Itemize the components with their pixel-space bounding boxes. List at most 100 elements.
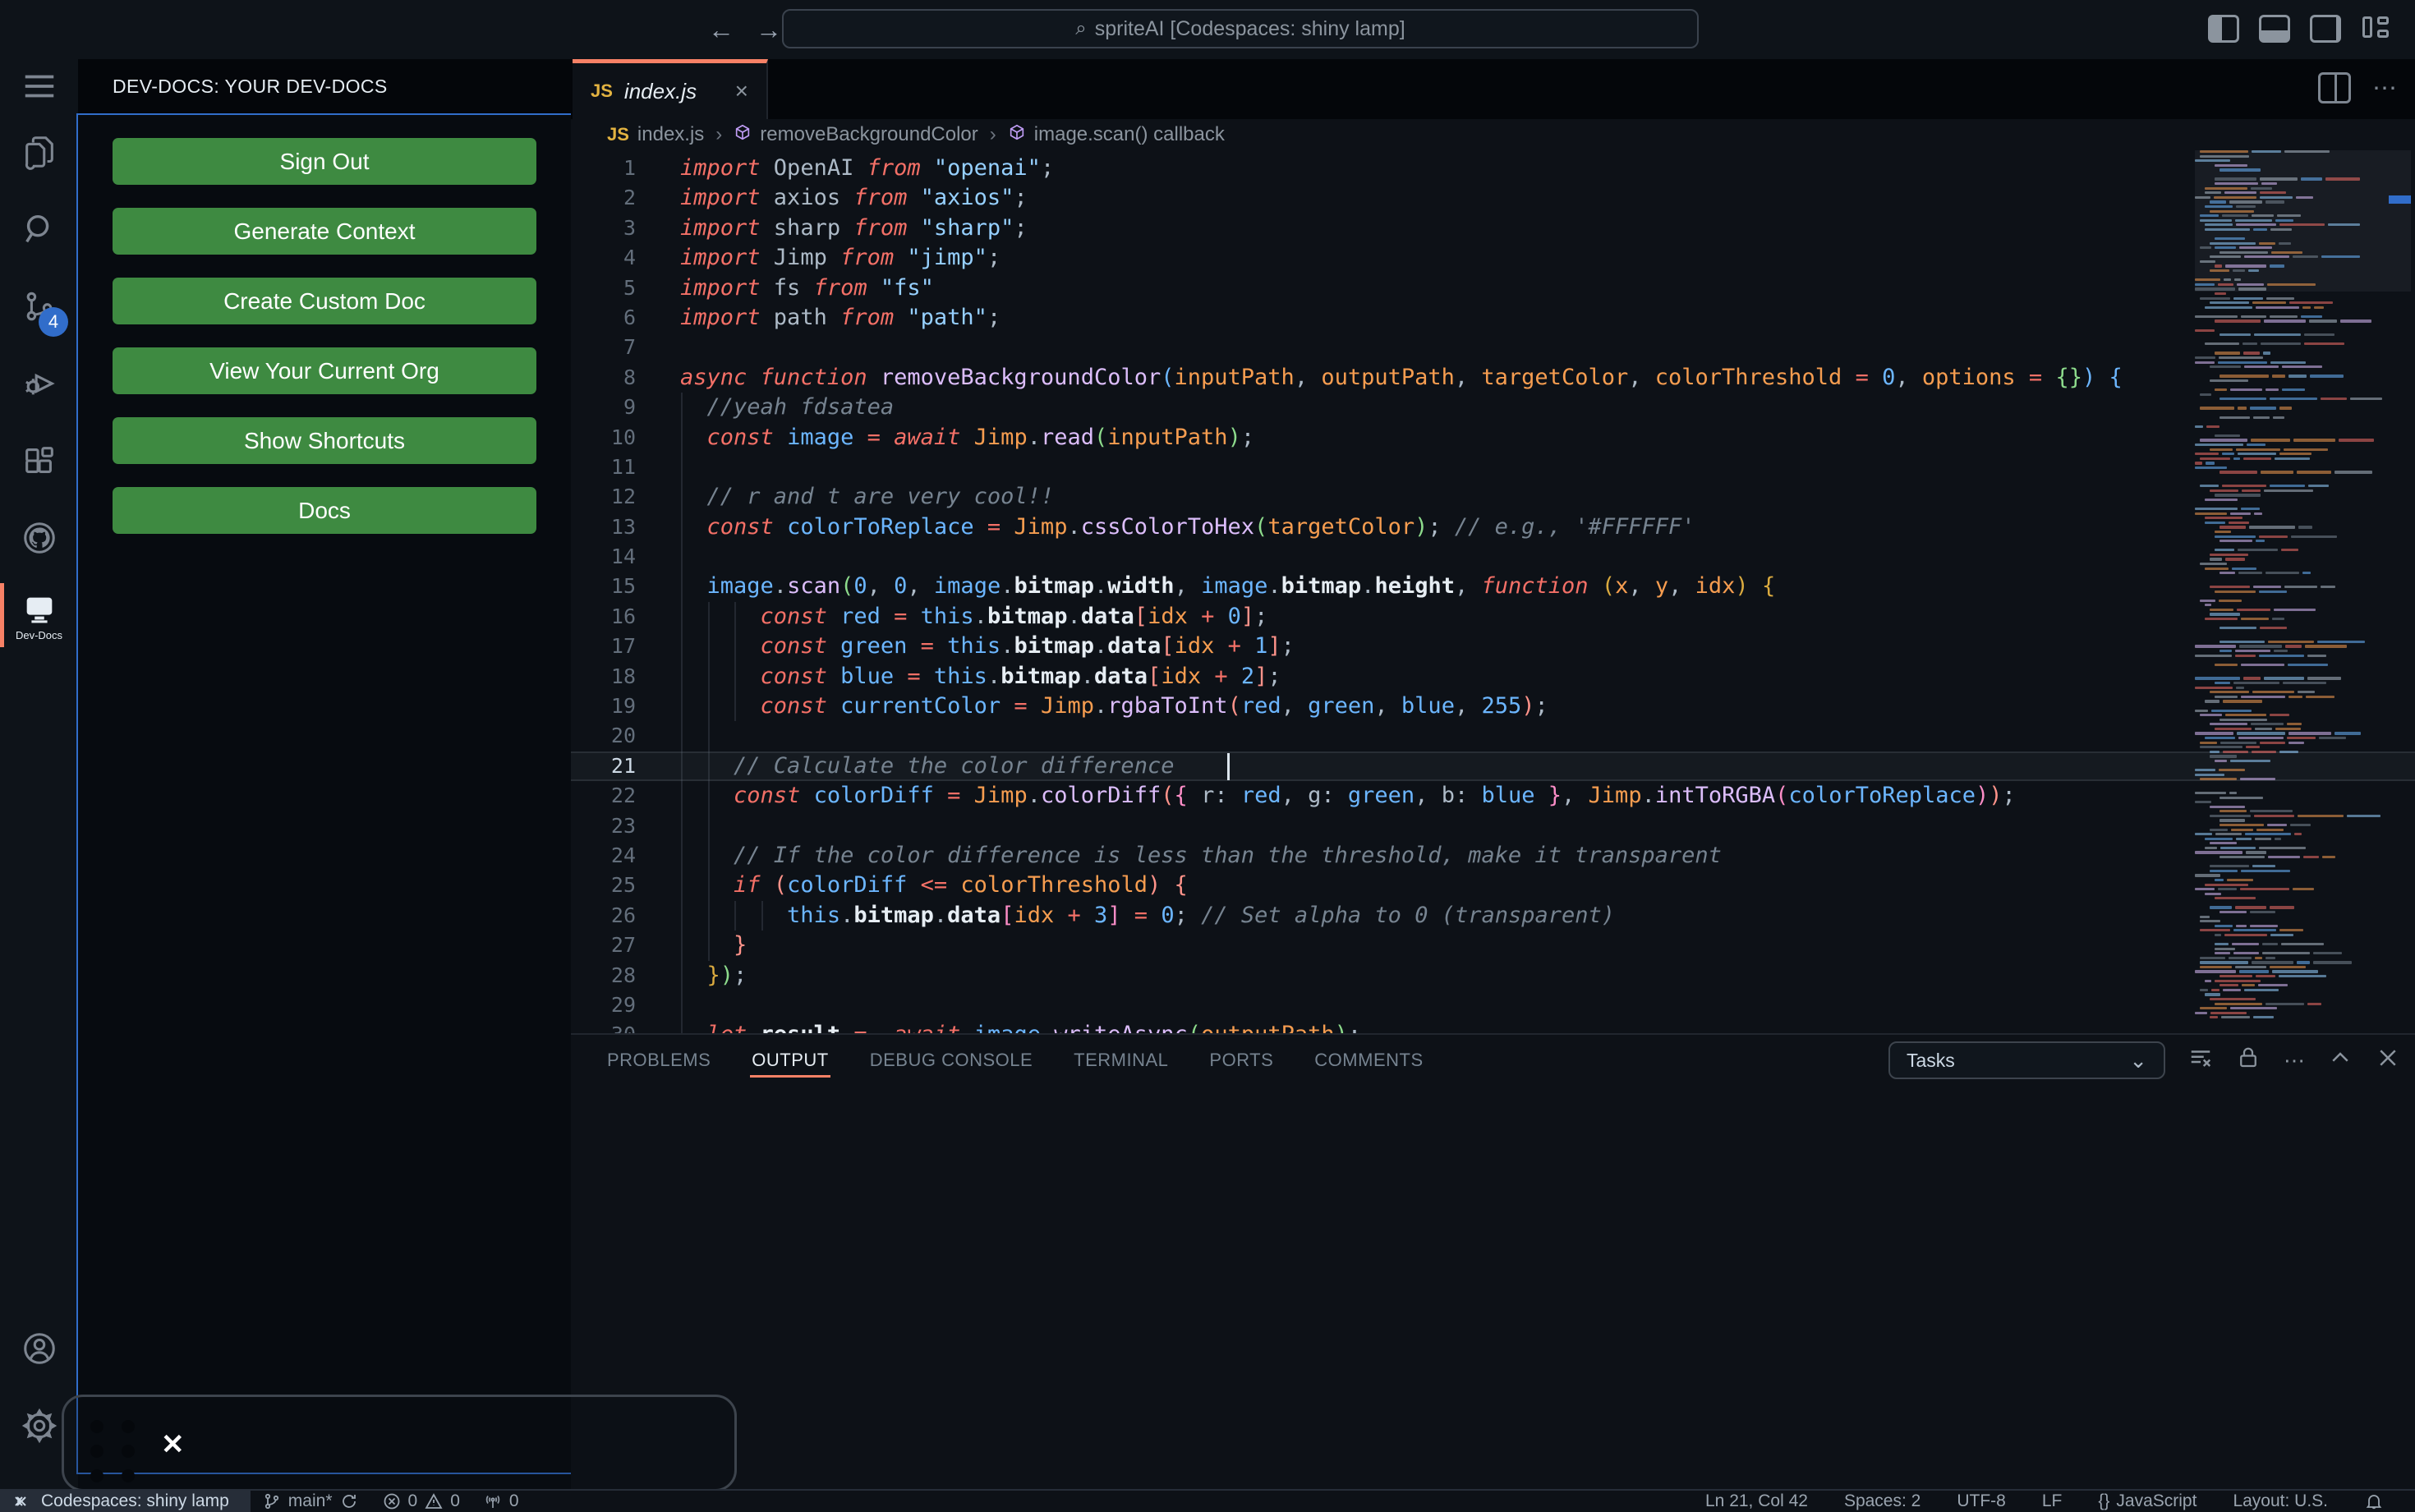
panel-tab-terminal[interactable]: TERMINAL — [1072, 1038, 1170, 1082]
search-view-icon[interactable] — [0, 191, 78, 268]
run-and-debug-icon[interactable] — [0, 345, 78, 422]
sidebar-button-sign-out[interactable]: Sign Out — [113, 138, 536, 185]
output-channel-select[interactable]: Tasks ⌄ — [1888, 1041, 2165, 1079]
code-line[interactable]: 13 const colorToReplace = Jimp.cssColorT… — [571, 512, 2415, 543]
branch-status[interactable]: main* — [251, 1490, 370, 1512]
ports-status[interactable]: 0 — [472, 1490, 531, 1512]
customize-layout-icon[interactable] — [2361, 15, 2394, 43]
line-number: 18 — [610, 664, 636, 688]
panel-tab-comments[interactable]: COMMENTS — [1313, 1038, 1424, 1082]
github-icon[interactable] — [0, 499, 78, 577]
code-line[interactable]: 5 import fs from "fs" — [571, 273, 2415, 303]
problems-status[interactable]: 0 0 — [370, 1490, 472, 1512]
status-utf-8[interactable]: UTF-8 — [1939, 1490, 2024, 1512]
error-icon — [382, 1491, 402, 1511]
code-line[interactable]: 22 const colorDiff = Jimp.colorDiff({ r:… — [571, 781, 2415, 811]
indent-guide — [681, 960, 683, 990]
indent-guide — [681, 692, 683, 722]
remote-indicator[interactable]: Codespaces: shiny lamp — [0, 1490, 251, 1512]
symbol-box-icon — [1008, 123, 1026, 146]
lock-icon[interactable] — [2236, 1046, 2261, 1076]
application-menu-icon[interactable] — [0, 59, 78, 113]
sidebar-button-create-custom-doc[interactable]: Create Custom Doc — [113, 278, 536, 324]
code-line[interactable]: 26 this.bitmap.data[idx + 3] = 0; // Set… — [571, 900, 2415, 931]
panel-tab-ports[interactable]: PORTS — [1208, 1038, 1275, 1082]
code-line[interactable]: 27 } — [571, 931, 2415, 961]
forward-icon[interactable]: → — [756, 15, 782, 45]
status-spaces-2[interactable]: Spaces: 2 — [1826, 1490, 1939, 1512]
toggle-primary-sidebar-icon[interactable] — [2208, 15, 2239, 43]
code-line[interactable]: 2 import axios from "axios"; — [571, 183, 2415, 213]
indent-guide — [681, 900, 683, 931]
tab-indexjs[interactable]: JS index.js × — [573, 59, 768, 119]
close-panel-icon[interactable] — [2376, 1046, 2400, 1076]
panel-tab-output[interactable]: OUTPUT — [750, 1038, 831, 1082]
breadcrumb-item-removebackgroundcolor[interactable]: removeBackgroundColor — [734, 123, 978, 146]
sidebar-button-generate-context[interactable]: Generate Context — [113, 208, 536, 255]
line-number: 17 — [610, 634, 636, 659]
code-line[interactable]: 29 — [571, 990, 2415, 1021]
code-line[interactable]: 25 if (colorDiff <= colorThreshold) { — [571, 871, 2415, 901]
maximize-panel-icon[interactable] — [2328, 1046, 2353, 1076]
sidebar-button-docs[interactable]: Docs — [113, 487, 536, 534]
code-line[interactable]: 6 import path from "path"; — [571, 303, 2415, 333]
editor-more-actions-icon[interactable]: ⋯ — [2372, 74, 2399, 103]
code-line[interactable]: 23 — [571, 811, 2415, 841]
code-line[interactable]: 9 //yeah fdsatea — [571, 393, 2415, 423]
warning-count: 0 — [450, 1491, 460, 1510]
code-line[interactable]: 10 const image = await Jimp.read(inputPa… — [571, 422, 2415, 453]
code-line[interactable]: 15 image.scan(0, 0, image.bitmap.width, … — [571, 572, 2415, 602]
command-center-search[interactable]: ⌕ spriteAI [Codespaces: shiny lamp] — [782, 9, 1699, 48]
split-editor-icon[interactable] — [2318, 72, 2351, 103]
line-number: 21 — [610, 753, 636, 778]
status-ln-21-col-42[interactable]: Ln 21, Col 42 — [1687, 1490, 1826, 1512]
code-line[interactable]: 16 const red = this.bitmap.data[idx + 0]… — [571, 601, 2415, 632]
code-line[interactable]: 14 — [571, 542, 2415, 572]
code-line[interactable]: 12 // r and t are very cool!! — [571, 482, 2415, 512]
source-control-icon[interactable]: 4 — [0, 268, 78, 345]
notifications-bell-icon[interactable] — [2346, 1490, 2402, 1512]
indent-guide — [707, 751, 710, 782]
panel-more-actions-icon[interactable]: ⋯ — [2284, 1048, 2305, 1073]
panel-tab-problems[interactable]: PROBLEMS — [605, 1038, 712, 1082]
code-line[interactable]: 4 import Jimp from "jimp"; — [571, 243, 2415, 273]
overlay-close-icon[interactable]: ✕ — [161, 1428, 185, 1461]
sidebar-button-view-your-current-org[interactable]: View Your Current Org — [113, 347, 536, 394]
status-layout-u-s-[interactable]: Layout: U.S. — [2215, 1490, 2346, 1512]
error-count: 0 — [407, 1491, 418, 1510]
primary-sidebar: DEV-DOCS: YOUR DEV-DOCS Sign Out Generate… — [76, 59, 573, 1489]
sidebar-button-show-shortcuts[interactable]: Show Shortcuts — [113, 417, 536, 464]
code-line[interactable]: 1 import OpenAI from "openai"; — [571, 154, 2415, 183]
code-line[interactable]: 28 }); — [571, 960, 2415, 990]
code-line[interactable]: 11 — [571, 452, 2415, 483]
code-line[interactable]: 24 // If the color difference is less th… — [571, 840, 2415, 871]
code-line[interactable]: 7 — [571, 333, 2415, 362]
code-line[interactable]: 21 // Calculate the color difference — [571, 751, 2415, 782]
panel-tab-debug-console[interactable]: DEBUG CONSOLE — [868, 1038, 1034, 1082]
drag-grip[interactable] — [90, 1420, 135, 1482]
line-number: 16 — [610, 604, 636, 628]
minimap[interactable] — [2195, 150, 2390, 1033]
status-javascript[interactable]: {} JavaScript — [2080, 1490, 2215, 1512]
code-line[interactable]: 20 — [571, 721, 2415, 751]
indent-guide — [707, 931, 710, 961]
code-line[interactable]: 18 const blue = this.bitmap.data[idx + 2… — [571, 661, 2415, 692]
clear-output-icon[interactable] — [2188, 1046, 2213, 1076]
toggle-panel-icon[interactable] — [2259, 15, 2290, 43]
status-lf[interactable]: LF — [2024, 1490, 2081, 1512]
code-line[interactable]: 30 let result = await image.writeAsync(o… — [571, 1020, 2415, 1033]
toggle-secondary-sidebar-icon[interactable] — [2310, 15, 2341, 43]
extensions-icon[interactable] — [0, 422, 78, 499]
dev-docs-icon[interactable]: Dev-Docs — [0, 577, 78, 654]
code-editor[interactable]: 1 import OpenAI from "openai"; 2 import axi… — [571, 150, 2415, 1033]
accounts-icon[interactable] — [0, 1310, 78, 1387]
back-icon[interactable]: ← — [708, 15, 734, 45]
code-line[interactable]: 17 const green = this.bitmap.data[idx + … — [571, 632, 2415, 662]
tab-close-icon[interactable]: × — [735, 78, 748, 104]
breadcrumb-item-image-scan-callback[interactable]: image.scan() callback — [1008, 123, 1225, 146]
breadcrumb-item-index-js[interactable]: JS index.js — [607, 123, 704, 146]
explorer-icon[interactable] — [0, 113, 78, 191]
code-line[interactable]: 3 import sharp from "sharp"; — [571, 214, 2415, 243]
code-line[interactable]: 8 async function removeBackgroundColor(in… — [571, 363, 2415, 393]
code-line[interactable]: 19 const currentColor = Jimp.rgbaToInt(r… — [571, 692, 2415, 722]
